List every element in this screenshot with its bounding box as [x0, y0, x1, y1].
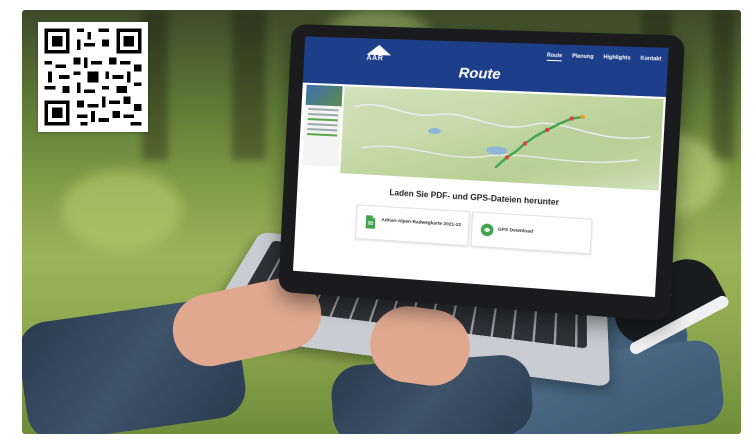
- background-tree: [712, 10, 734, 160]
- sidebar-line: [307, 128, 337, 131]
- sidebar-thumbnail: [306, 85, 343, 107]
- sidebar-line-accent: [307, 133, 337, 136]
- nav-item-planung[interactable]: Planung: [572, 53, 594, 62]
- pdf-download-label: Adrian-Alpen-Radwegkarte 2021-22: [381, 217, 461, 228]
- nav-item-highlights[interactable]: Highlights: [603, 54, 630, 63]
- map-road: [353, 104, 652, 139]
- sidebar-line: [308, 113, 338, 116]
- qr-code-icon[interactable]: [38, 22, 148, 132]
- gps-download-icon: [480, 222, 492, 236]
- bokeh-light: [62, 170, 182, 250]
- route-marker[interactable]: [580, 115, 585, 119]
- sidebar-line: [308, 123, 338, 126]
- background-tree: [232, 10, 266, 160]
- sidebar-line-accent: [308, 118, 338, 121]
- map-lake: [428, 128, 441, 135]
- gps-download-card[interactable]: GPS Download: [470, 211, 592, 254]
- gps-download-label: GPS Download: [498, 226, 533, 234]
- laptop-screen: AAR Route Planung Highlights Kontakt Rou…: [293, 36, 669, 297]
- main-nav: Route Planung Highlights Kontakt: [547, 52, 662, 64]
- map-sidebar: [302, 85, 342, 167]
- pdf-file-icon: [365, 215, 377, 229]
- pdf-download-card[interactable]: Adrian-Alpen-Radwegkarte 2021-22: [355, 204, 470, 246]
- route-map-canvas: [340, 86, 663, 190]
- route-map[interactable]: [340, 86, 663, 190]
- nav-item-route[interactable]: Route: [547, 52, 563, 61]
- route-line: [496, 113, 583, 171]
- nav-item-kontakt[interactable]: Kontakt: [640, 56, 661, 65]
- sidebar-line: [308, 108, 338, 111]
- map-lake: [486, 146, 508, 155]
- laptop-lid: AAR Route Planung Highlights Kontakt Rou…: [278, 24, 685, 322]
